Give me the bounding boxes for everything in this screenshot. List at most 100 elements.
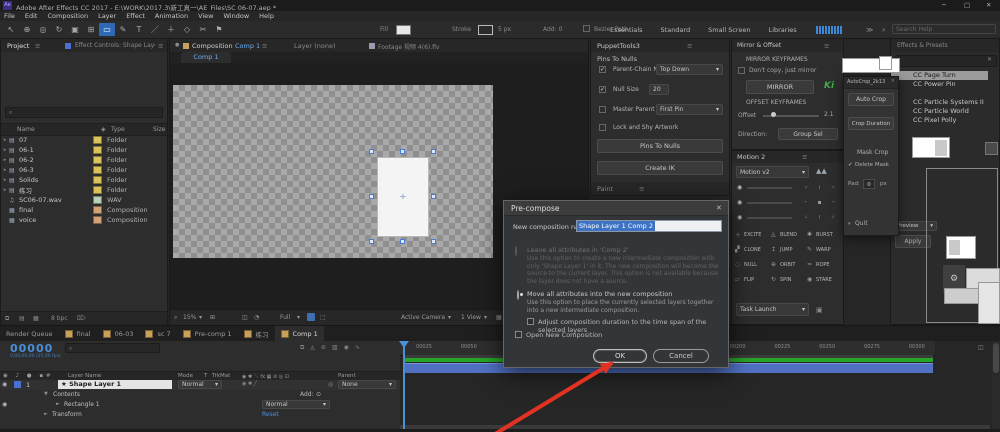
column-size[interactable]: Size [153, 126, 165, 133]
stroke-swatch[interactable] [478, 25, 493, 35]
quit-arrow-icon[interactable]: ▾ [848, 221, 851, 227]
column-layer-name[interactable]: Layer Name [68, 373, 101, 379]
rect-blend-mode-dropdown[interactable]: Normal ▾ [262, 400, 330, 409]
layer-name-selected[interactable]: ★ Shape Layer 1 [58, 380, 172, 389]
workspace-tab[interactable]: Essentials [610, 26, 643, 34]
tool-icon[interactable]: ⚑ [211, 23, 227, 36]
playhead-line[interactable] [403, 341, 405, 429]
motion-tool-button[interactable]: ◬ BLEND [771, 227, 807, 242]
add-control[interactable]: Add: 0 [543, 26, 562, 33]
motion-settings-icon[interactable]: ▣ [816, 306, 823, 314]
tab-layer[interactable]: Layer (none) [294, 42, 335, 50]
tool-icon[interactable]: ↖ [3, 23, 19, 36]
move-attributes-radio[interactable] [517, 290, 523, 300]
project-row[interactable]: ▸ ▤ 06-2 Folder [1, 155, 167, 165]
effect-item[interactable]: CC Power Pin [891, 80, 999, 89]
playhead-marker[interactable] [399, 341, 409, 348]
pad-input[interactable]: 0 [863, 179, 875, 189]
column-parent[interactable]: Parent [338, 373, 356, 379]
project-row[interactable]: ▸ ▤ Solids Folder [1, 175, 167, 185]
motion-tool-button[interactable]: ＋ EXCITE [735, 227, 771, 242]
effect-item[interactable]: CC Particle World [891, 107, 999, 116]
offset-value[interactable]: 2.1 [824, 111, 834, 118]
effects-search-input[interactable] [895, 55, 997, 67]
auto-crop-button[interactable]: Auto Crop [848, 93, 894, 106]
zoom-dropdown-arrow[interactable]: ▾ [199, 314, 202, 321]
menu-item[interactable]: Layer [98, 12, 116, 20]
tab-footage[interactable]: Footage 视频 4(6).flv [378, 42, 439, 51]
tool-icon[interactable]: ↻ [51, 23, 67, 36]
workspace-tab[interactable]: Libraries [769, 26, 797, 34]
grid-guides-icon[interactable]: ⊞ [210, 314, 215, 321]
workspace-tab[interactable]: Small Screen [708, 26, 750, 34]
anchor-grid[interactable]: ⌜ ╵ ⌝ ╴ ▪ ╶ ⌞ ╷ ⌟ [800, 183, 839, 222]
tool-icon[interactable]: ✎ [115, 23, 131, 36]
tab-effects-presets[interactable]: Effects & Presets [897, 42, 948, 49]
leave-attributes-radio[interactable] [515, 246, 517, 256]
motion-tool-button[interactable]: ▱ FLIP [735, 272, 771, 287]
adjust-duration-checkbox[interactable] [527, 318, 534, 325]
timeline-search-input[interactable]: ⌕ [65, 343, 160, 353]
tool-icon[interactable]: ✂ [195, 23, 211, 36]
view-layout-arrow[interactable]: ▾ [484, 314, 487, 321]
column-t[interactable]: T [204, 373, 207, 379]
resolution-select[interactable]: Full [280, 314, 290, 321]
new-composition-icon[interactable]: ▦ [33, 315, 39, 322]
motion-menu-icon[interactable]: ≡ [802, 153, 807, 161]
dont-copy-checkbox[interactable] [738, 67, 745, 74]
contents-row[interactable]: ▼ Contents Add: ⊙ [0, 390, 400, 400]
bezier-path-checkbox[interactable] [583, 25, 590, 32]
quit-label[interactable]: Quit [855, 220, 868, 227]
selection-handle[interactable] [431, 149, 436, 154]
motion-tool-button[interactable]: ◉ STARE [807, 272, 843, 287]
selection-handle[interactable] [431, 239, 436, 244]
parent-chain-checkbox[interactable]: ✓ [599, 66, 606, 73]
roi-icon[interactable]: ⬚ [320, 314, 326, 321]
selection-handle[interactable] [400, 239, 405, 244]
label-color-chip[interactable] [93, 156, 102, 164]
project-row[interactable]: ▸ ▤ 练习 Folder [1, 185, 167, 195]
project-row[interactable]: ♫ SC06-07.wav WAV [1, 195, 167, 205]
tool-icon[interactable]: ▣ [67, 23, 83, 36]
new-folder-icon[interactable]: ▤ [19, 315, 25, 322]
menu-item[interactable]: Effect [126, 12, 145, 20]
vertical-scrollbar[interactable] [992, 341, 1000, 429]
project-bit-depth[interactable]: 8 bpc [51, 315, 68, 322]
close-button[interactable]: ✕ [986, 1, 991, 9]
show-channel-icon[interactable]: ◔ [254, 314, 259, 321]
master-parent-dropdown[interactable]: First Pin ▾ [656, 104, 723, 115]
tool-icon[interactable]: ◎ [35, 23, 51, 36]
minimize-button[interactable]: ─ [942, 1, 946, 9]
label-color-chip[interactable] [93, 166, 102, 174]
timeline-tab[interactable]: 06-03 [97, 326, 140, 341]
tab-effect-controls[interactable]: Effect Controls: Shape Layer 1 [75, 42, 155, 49]
interpret-footage-icon[interactable]: ⧉ [5, 315, 9, 323]
label-color-chip[interactable] [93, 216, 102, 224]
create-ik-button[interactable]: Create IK [597, 161, 723, 175]
twirl-down-icon[interactable]: ▼ [44, 391, 48, 397]
motion-slider-track[interactable] [747, 187, 792, 189]
autocrop-close-icon[interactable]: ✕ [891, 79, 895, 84]
twirl-icon[interactable]: ▸ [1, 137, 9, 143]
parent-pickwhip-icon[interactable]: ◎ [328, 381, 333, 388]
layer-row-shape[interactable]: ◉ 1 ★ Shape Layer 1 Normal ▾ ◉ ✱ ╱ ◎ None… [0, 380, 400, 390]
help-search-input[interactable]: Search Help [892, 24, 996, 34]
twirl-icon[interactable]: ▸ [1, 147, 9, 153]
null-size-checkbox[interactable]: ✓ [599, 86, 606, 93]
timeline-tab[interactable]: Pre-comp 1 [177, 326, 238, 341]
project-search-input[interactable]: ⌕ [5, 107, 163, 118]
cancel-button[interactable]: Cancel [653, 349, 709, 363]
maximize-button[interactable]: □ [964, 1, 970, 9]
tab-puppettools[interactable]: PuppetTools3 [597, 42, 640, 50]
workspace-overflow-icon[interactable]: ≫ [866, 26, 873, 34]
tab-composition-name[interactable]: Comp 1 [235, 42, 260, 50]
tool-icon[interactable]: ＋ [163, 23, 179, 36]
label-color-chip[interactable] [93, 176, 102, 184]
menu-item[interactable]: Window [224, 12, 250, 20]
project-row[interactable]: ▸ ▤ 07 Folder [1, 135, 167, 145]
workspace-tab[interactable]: Standard [661, 26, 691, 34]
clear-search-icon[interactable]: ✕ [987, 56, 992, 63]
snapshot-icon[interactable]: ◫ [242, 314, 248, 321]
tab-motion[interactable]: Motion 2 [737, 153, 765, 161]
project-row[interactable]: ▸ ▤ 06-3 Folder [1, 165, 167, 175]
